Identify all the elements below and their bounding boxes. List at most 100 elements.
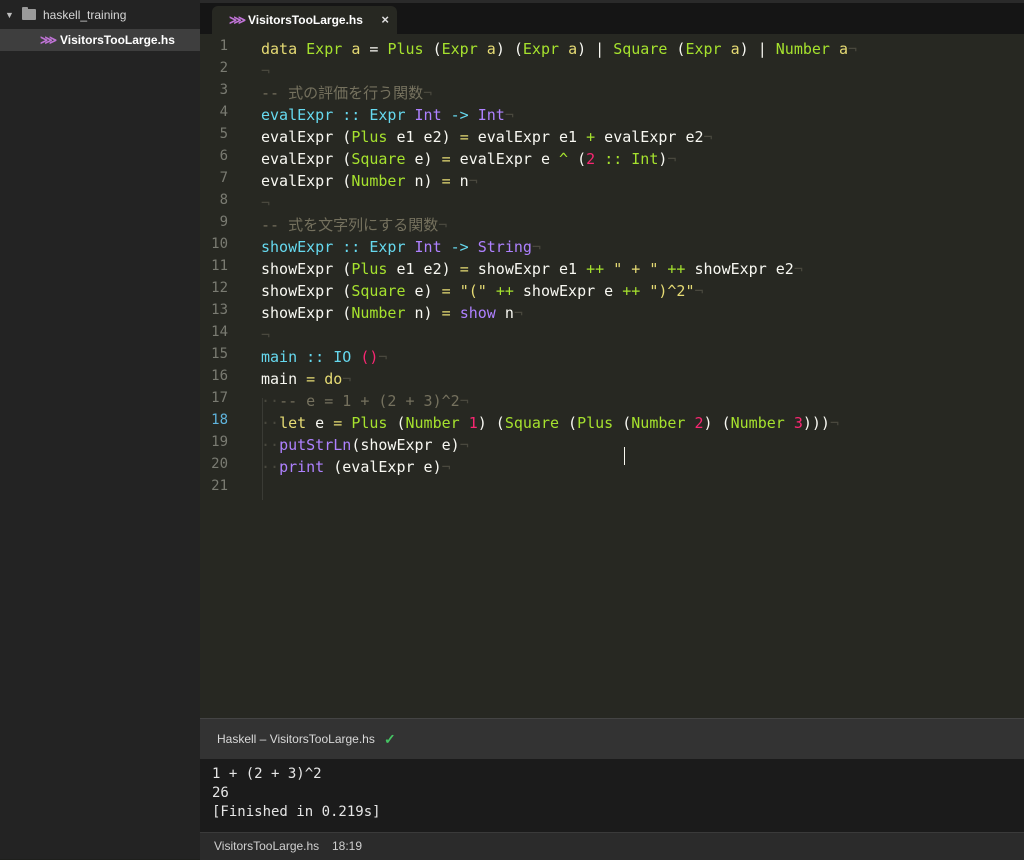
code-line[interactable]: evalExpr (Square e) = evalExpr e ^ (2 ::… (261, 148, 676, 170)
code-token: = (441, 304, 451, 322)
code-token: ·· (261, 392, 280, 410)
code-token: ( (387, 414, 406, 432)
code-token: ¬ (459, 392, 469, 410)
haskell-file-icon: ⋙ (229, 13, 247, 27)
code-line[interactable]: showExpr (Plus e1 e2) = showExpr e1 ++ "… (261, 258, 803, 280)
code-token: Plus (351, 260, 388, 278)
code-editor[interactable]: 1 2 3 4 5 6 7 8 9 10 11 12 13 14 15 16 17 18 19 20 21 data E… (200, 34, 1024, 718)
code-token: ¬ (667, 150, 677, 168)
sidebar-folder[interactable]: ▼ haskell_training (0, 5, 200, 25)
code-token: evalExpr e1 (468, 128, 587, 146)
line-number: 6 (219, 148, 228, 164)
code-token: Int (631, 150, 659, 168)
code-line[interactable]: ··-- e = 1 + (2 + 3)^2¬ (261, 390, 469, 412)
code-token: = (360, 40, 388, 58)
code-line[interactable]: evalExpr :: Expr Int -> Int¬ (261, 104, 514, 126)
code-line[interactable]: showExpr (Square e) = "(" ++ showExpr e … (261, 280, 704, 302)
code-token: evalExpr e2 (595, 128, 704, 146)
code-token: Expr (685, 40, 722, 58)
code-token: ¬ (829, 414, 839, 432)
code-token: -- 式の評価を行う関数 (261, 84, 424, 102)
status-file-name: VisitorsTooLarge.hs (214, 839, 320, 853)
code-line[interactable]: data Expr a = Plus (Expr a) (Expr a) | S… (261, 38, 857, 60)
status-cursor-position: 18:19 (332, 839, 363, 853)
code-token: = (306, 370, 316, 388)
code-token: -> (450, 238, 469, 256)
code-token: :: (342, 106, 361, 124)
code-token: ¬ (378, 348, 388, 366)
code-line[interactable]: ··print (evalExpr e)¬ (261, 456, 451, 478)
code-token: e1 e2) (387, 128, 460, 146)
code-line[interactable]: showExpr :: Expr Int -> String¬ (261, 236, 541, 258)
code-token: e) (405, 150, 442, 168)
code-token: ( (559, 414, 578, 432)
code-token: (evalExpr e) (324, 458, 442, 476)
code-line[interactable]: evalExpr (Number n) = n¬ (261, 170, 478, 192)
code-token: Expr (522, 40, 560, 58)
line-number: 5 (219, 126, 228, 142)
code-token: ¬ (441, 458, 451, 476)
output-line: [Finished in 0.219s] (212, 804, 381, 820)
sidebar-item-file[interactable]: ⋙ VisitorsTooLarge.hs (0, 29, 200, 51)
status-bar: VisitorsTooLarge.hs 18:19 (200, 832, 1024, 860)
sidebar-file-label: VisitorsTooLarge.hs (60, 33, 175, 47)
code-token: Number (730, 414, 785, 432)
line-number: 3 (219, 82, 228, 98)
tab-visitors-too-large[interactable]: ⋙ VisitorsTooLarge.hs × (212, 6, 397, 34)
code-token: () (360, 348, 379, 366)
code-token: showExpr e2 (685, 260, 794, 278)
line-number: 11 (211, 258, 228, 274)
code-token: a (730, 40, 740, 58)
code-token: ¬ (694, 282, 704, 300)
code-line[interactable]: ··let e = Plus (Number 1) (Square (Plus … (261, 412, 839, 434)
code-token: showExpr ( (261, 282, 352, 300)
code-line[interactable]: evalExpr (Plus e1 e2) = evalExpr e1 + ev… (261, 126, 713, 148)
close-icon[interactable]: × (381, 6, 389, 34)
line-number: 17 (211, 390, 228, 406)
code-token: Expr (369, 106, 406, 124)
code-token: Int (477, 106, 505, 124)
code-line[interactable]: main :: IO ()¬ (261, 346, 387, 368)
line-number: 2 (219, 60, 228, 76)
code-token: ¬ (438, 216, 448, 234)
code-token: = (333, 414, 343, 432)
code-line[interactable]: ··putStrLn(showExpr e)¬ (261, 434, 469, 456)
code-token: ++ (586, 260, 605, 278)
code-line[interactable]: showExpr (Number n) = show n¬ (261, 302, 523, 324)
code-line[interactable]: ¬ (261, 60, 270, 82)
code-token: Number (631, 414, 686, 432)
code-token: e (306, 414, 334, 432)
code-line[interactable]: main = do¬ (261, 368, 351, 390)
chevron-down-icon[interactable]: ▼ (5, 5, 14, 25)
code-line[interactable]: ¬ (261, 192, 270, 214)
code-token: " + " (613, 260, 659, 278)
tab-bar-top-border (200, 0, 1024, 3)
code-token: "(" (459, 282, 487, 300)
code-line[interactable]: -- 式を文字列にする関数¬ (261, 214, 447, 236)
code-token: ¬ (513, 304, 523, 322)
code-token: -> (450, 106, 469, 124)
build-panel-header: Haskell – VisitorsTooLarge.hs ✓ (200, 718, 1024, 759)
code-line[interactable]: -- 式の評価を行う関数¬ (261, 82, 432, 104)
folder-icon (22, 7, 36, 20)
code-token: ¬ (423, 84, 433, 102)
code-token: + (586, 128, 596, 146)
sidebar-folder-label: haskell_training (43, 8, 127, 22)
code-token: ( (667, 40, 686, 58)
code-token: -- 式を文字列にする関数 (261, 216, 439, 234)
code-token: ¬ (848, 40, 858, 58)
code-line[interactable]: ¬ (261, 324, 270, 346)
code-token: -- e = 1 + (2 + 3)^2 (279, 392, 460, 410)
code-token: ")^2" (649, 282, 695, 300)
